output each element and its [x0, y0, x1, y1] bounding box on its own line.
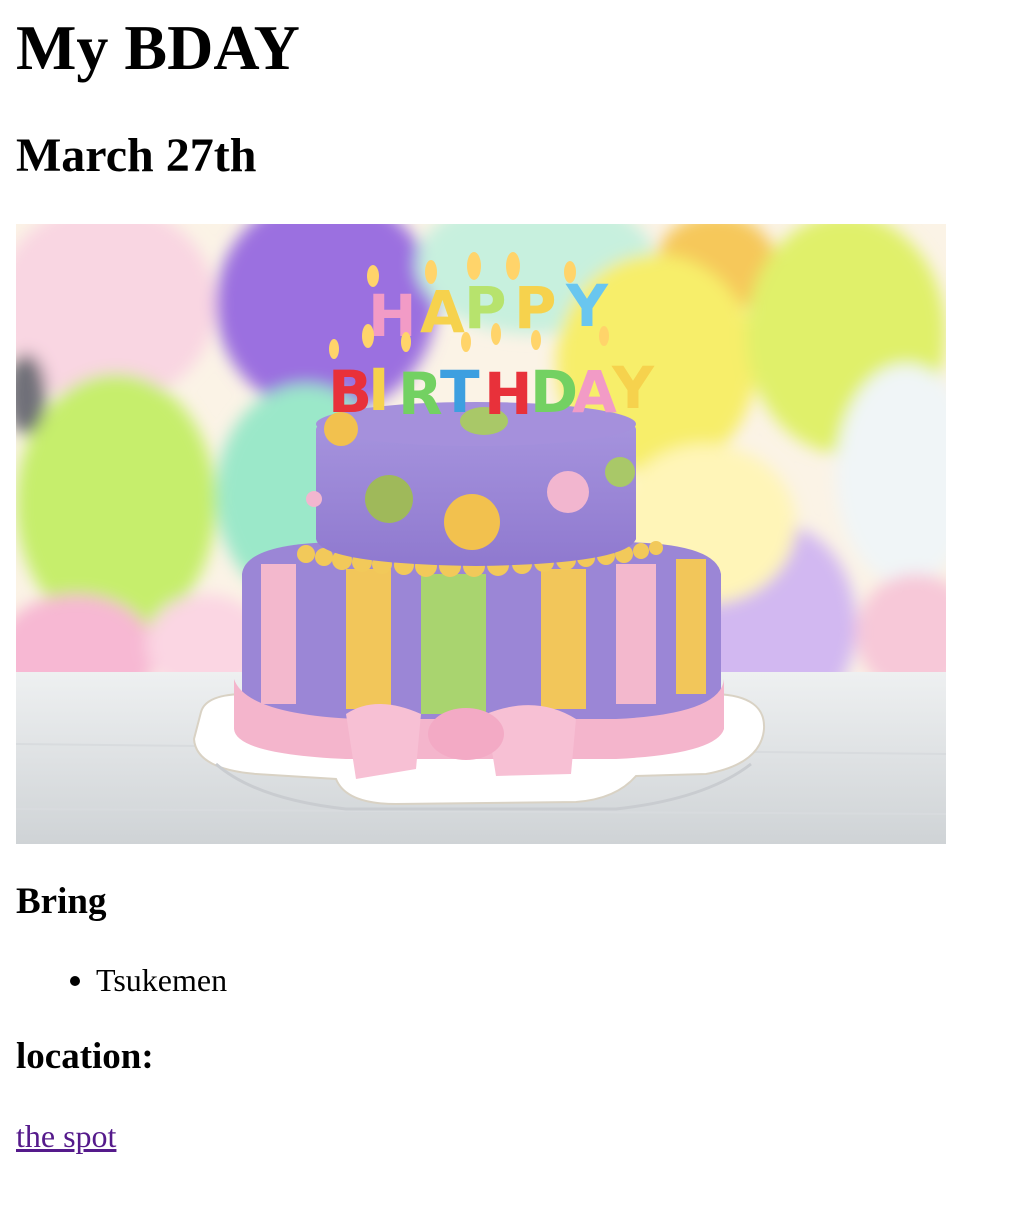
bring-heading: Bring — [16, 881, 107, 922]
location-heading: location: — [16, 1036, 154, 1077]
svg-text:B: B — [328, 358, 372, 426]
svg-text:A: A — [572, 358, 617, 426]
svg-text:D: D — [530, 358, 578, 426]
svg-text:H: H — [484, 360, 533, 428]
list-item: Tsukemen — [60, 958, 227, 1002]
svg-text:Y: Y — [611, 354, 655, 422]
svg-text:R: R — [398, 360, 443, 428]
bring-list: Tsukemen — [60, 958, 227, 1002]
bullet-icon — [70, 976, 80, 986]
svg-text:A: A — [420, 278, 465, 346]
birthday-cake-image: H A P P Y B I R T H D A Y — [16, 224, 946, 844]
bring-item-label: Tsukemen — [96, 962, 228, 998]
location-link[interactable]: the spot — [16, 1114, 116, 1158]
svg-text:I: I — [368, 356, 390, 424]
event-date: March 27th — [16, 129, 257, 182]
svg-text:T: T — [440, 358, 480, 426]
page-title: My BDAY — [16, 12, 300, 83]
